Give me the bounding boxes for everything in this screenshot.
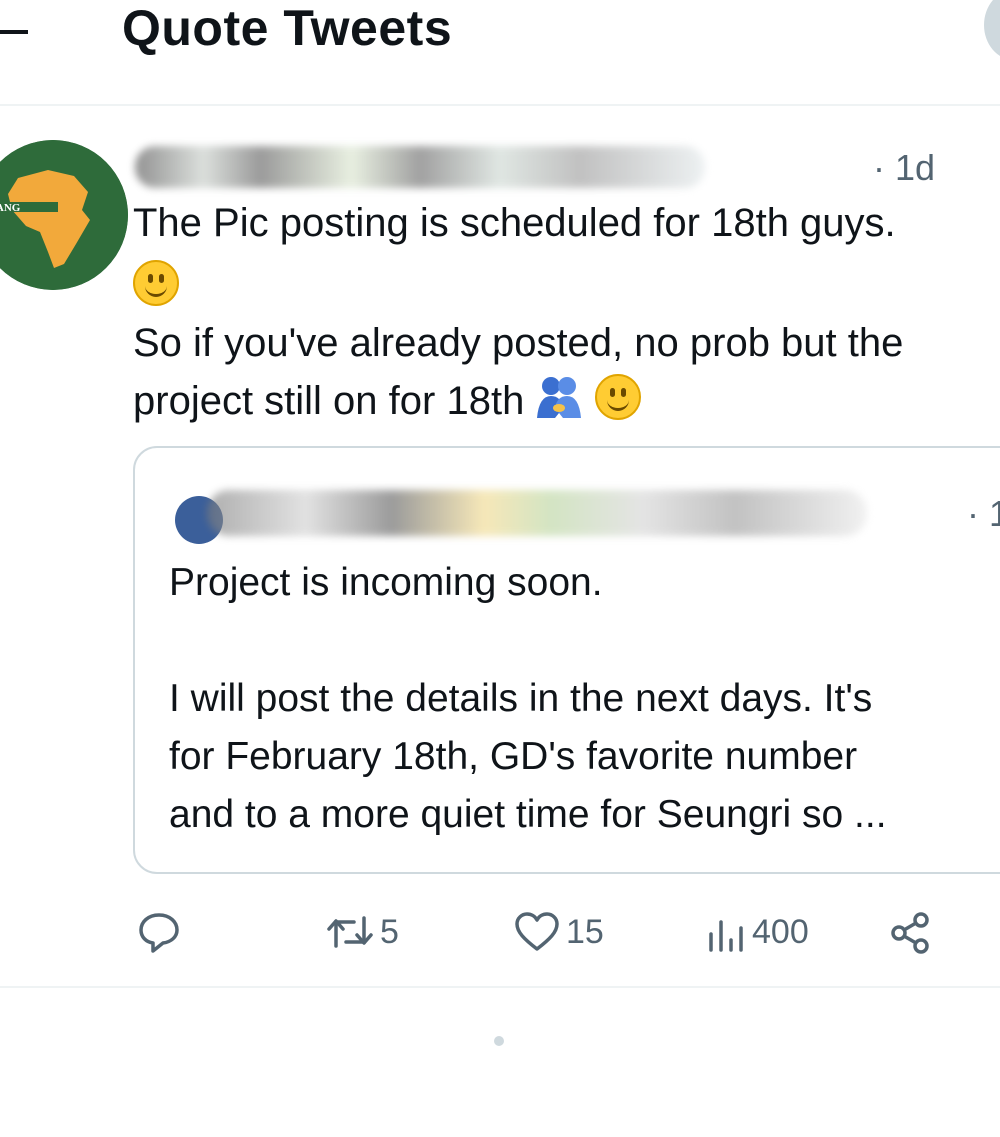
retweet-icon — [326, 912, 374, 952]
page-title: Quote Tweets — [122, 0, 453, 56]
quoted-text-line-3: for February 18th, GD's favorite number — [169, 735, 858, 778]
retweet-button[interactable]: 5 — [326, 900, 399, 964]
heart-icon — [514, 911, 560, 953]
avatar[interactable]: GBANG — [0, 140, 128, 290]
svg-text:GBANG: GBANG — [0, 202, 21, 214]
views-button[interactable]: 400 — [706, 900, 809, 964]
quoted-text-line-1: Project is incoming soon. — [169, 561, 603, 604]
tweet-emoji-line — [133, 258, 1000, 316]
quoted-tweet-card[interactable]: · 1d Project is incoming soon. I will po… — [133, 446, 1000, 874]
loading-dot — [494, 1036, 504, 1046]
tweet-text-line-1: The Pic posting is scheduled for 18th gu… — [133, 201, 896, 245]
tweet-text-line-2: So if you've already posted, no prob but… — [133, 321, 904, 365]
tweet-header: · 1d — [135, 140, 995, 196]
back-arrow-icon[interactable] — [0, 12, 30, 52]
views-chart-icon — [706, 912, 746, 952]
profile-avatar[interactable] — [984, 0, 1000, 60]
redacted-quoted-author-name[interactable] — [207, 490, 867, 536]
share-button[interactable] — [888, 900, 934, 964]
divider — [0, 986, 1000, 988]
like-button[interactable]: 15 — [514, 900, 604, 964]
quoted-timestamp[interactable]: · 1d — [967, 484, 1000, 544]
quoted-text-line-2: I will post the details in the next days… — [169, 677, 873, 720]
top-bar: Quote Tweets — [0, 0, 1000, 104]
tweet-text-line-3: project still on for 18th — [133, 379, 525, 423]
like-count: 15 — [566, 912, 604, 951]
people-hugging-icon — [535, 374, 583, 420]
reply-button[interactable] — [136, 900, 188, 964]
smiling-face-icon — [133, 260, 179, 306]
share-icon — [888, 909, 934, 955]
reply-icon — [136, 909, 182, 955]
tweet-text-line-3-row: project still on for 18th — [133, 372, 1000, 430]
retweet-count: 5 — [380, 912, 399, 951]
redacted-author-name[interactable] — [135, 146, 705, 188]
divider — [0, 104, 1000, 106]
views-count: 400 — [752, 912, 809, 951]
quoted-header: · 1d — [167, 484, 1000, 544]
quoted-text-line-4: and to a more quiet time for Seungri so … — [169, 793, 887, 836]
smiling-face-icon — [594, 374, 641, 420]
tweet-timestamp[interactable]: · 1d — [873, 140, 935, 196]
tweet-action-bar: 5 15 400 — [0, 900, 1000, 964]
